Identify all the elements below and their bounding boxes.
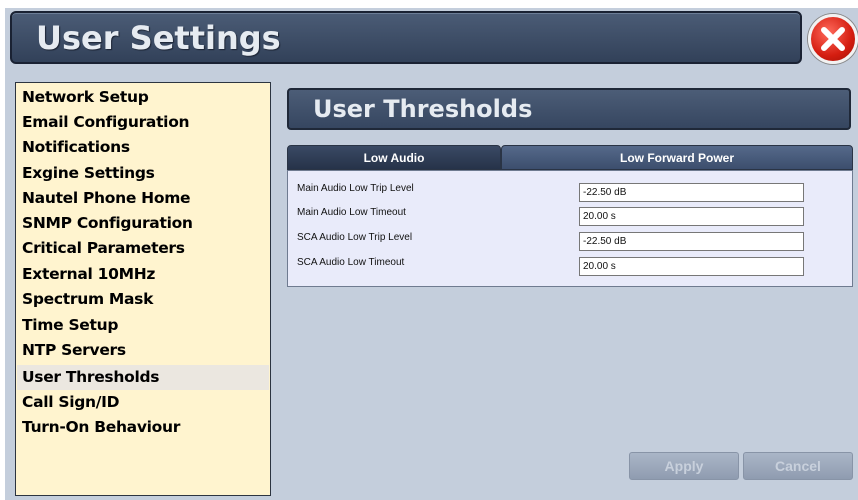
window-title: User Settings [36, 19, 281, 57]
sidebar-item-time-setup[interactable]: Time Setup [17, 313, 269, 338]
sidebar-item-user-thresholds[interactable]: User Thresholds [17, 365, 269, 390]
main-audio-low-timeout-input[interactable]: 20.00 s [579, 207, 804, 226]
tab-low-forward-power[interactable]: Low Forward Power [501, 145, 853, 170]
sidebar-item-snmp-configuration[interactable]: SNMP Configuration [17, 211, 269, 236]
cancel-button[interactable]: Cancel [743, 452, 853, 480]
main-audio-low-timeout-label: Main Audio Low Timeout [297, 207, 406, 218]
sidebar: Network Setup Email Configuration Notifi… [15, 82, 271, 496]
sidebar-item-network-setup[interactable]: Network Setup [17, 85, 269, 110]
sidebar-item-critical-parameters[interactable]: Critical Parameters [17, 236, 269, 261]
close-button[interactable] [808, 14, 858, 64]
section-header: User Thresholds [287, 88, 851, 130]
sca-audio-low-timeout-input[interactable]: 20.00 s [579, 257, 804, 276]
apply-button[interactable]: Apply [629, 452, 739, 480]
title-bar: User Settings [10, 11, 802, 64]
sidebar-item-turn-on-behaviour[interactable]: Turn-On Behaviour [17, 415, 269, 440]
sca-audio-low-timeout-label: SCA Audio Low Timeout [297, 257, 405, 268]
tab-bar: Low Audio Low Forward Power [287, 145, 853, 170]
sidebar-item-exgine-settings[interactable]: Exgine Settings [17, 161, 269, 186]
sidebar-item-nautel-phone-home[interactable]: Nautel Phone Home [17, 186, 269, 211]
sidebar-item-notifications[interactable]: Notifications [17, 135, 269, 160]
close-icon [821, 27, 845, 51]
sidebar-item-external-10mhz[interactable]: External 10MHz [17, 262, 269, 287]
section-title: User Thresholds [313, 95, 533, 123]
sca-audio-low-trip-level-label: SCA Audio Low Trip Level [297, 232, 413, 243]
thresholds-form: Main Audio Low Trip Level -22.50 dB Main… [287, 170, 853, 287]
main-audio-low-trip-level-input[interactable]: -22.50 dB [579, 183, 804, 202]
main-audio-low-trip-level-label: Main Audio Low Trip Level [297, 183, 414, 194]
sidebar-item-spectrum-mask[interactable]: Spectrum Mask [17, 287, 269, 312]
sidebar-item-call-sign-id[interactable]: Call Sign/ID [17, 390, 269, 415]
tab-low-audio[interactable]: Low Audio [287, 145, 501, 170]
sca-audio-low-trip-level-input[interactable]: -22.50 dB [579, 232, 804, 251]
sidebar-item-ntp-servers[interactable]: NTP Servers [17, 338, 269, 363]
sidebar-item-email-configuration[interactable]: Email Configuration [17, 110, 269, 135]
